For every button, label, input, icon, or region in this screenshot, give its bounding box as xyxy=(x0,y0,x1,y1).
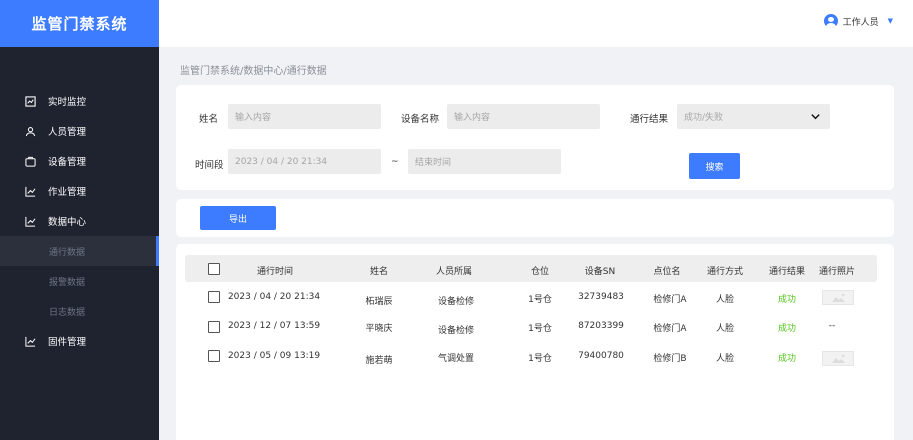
cell-point: 检修门A xyxy=(653,324,687,334)
image-placeholder-icon xyxy=(832,354,845,363)
chart-icon xyxy=(24,95,36,107)
cell-time: 2023 / 05 / 09 13:19 xyxy=(227,351,321,361)
row-checkbox[interactable] xyxy=(208,291,220,303)
device-name-input[interactable]: 输入内容 xyxy=(447,104,600,129)
user-menu[interactable]: 工作人员 ▼ xyxy=(823,14,893,28)
sidebar-item-label: 作业管理 xyxy=(48,187,87,198)
cell-name: 平晓庆 xyxy=(365,324,393,334)
trend-icon xyxy=(24,335,36,347)
search-button[interactable]: 搜索 xyxy=(689,153,740,179)
row-checkbox[interactable] xyxy=(208,321,220,333)
column-header: 点位名 xyxy=(653,267,681,277)
column-header: 人员所属 xyxy=(435,267,473,277)
trend-icon xyxy=(24,185,36,197)
cell-mode: 人脸 xyxy=(715,295,735,305)
cell-mode: 人脸 xyxy=(715,354,735,364)
select-all-checkbox[interactable] xyxy=(208,263,220,275)
sidebar-subitem-alarm-data[interactable]: 报警数据 xyxy=(0,266,159,296)
export-panel: 导出 xyxy=(176,199,894,237)
table-header: 通行时间 姓名 人员所属 仓位 设备SN 点位名 通行方式 通行结果 通行照片 xyxy=(185,255,877,282)
cell-bay: 1号仓 xyxy=(528,324,552,334)
end-time-input[interactable]: 结束时间 xyxy=(408,149,561,174)
range-separator: ~ xyxy=(391,157,399,167)
column-header: 通行结果 xyxy=(768,267,806,277)
user-label: 工作人员 xyxy=(842,17,879,28)
cell-dept: 设备检修 xyxy=(437,297,475,307)
cell-mode: 人脸 xyxy=(715,324,735,334)
sidebar: 监管门禁系统 实时监控 人员管理 设备管理 作业管理 数据中心 通行数据 报警数… xyxy=(0,0,159,440)
sidebar-item-firmware[interactable]: 固件管理 xyxy=(0,326,159,356)
cell-sn: 32739483 xyxy=(578,292,624,302)
sidebar-item-label: 人员管理 xyxy=(48,127,87,138)
name-input[interactable]: 输入内容 xyxy=(228,104,381,129)
image-placeholder-icon xyxy=(832,293,845,302)
trend-icon xyxy=(24,215,36,227)
cell-result: 成功 xyxy=(777,324,797,334)
period-label: 时间段 xyxy=(195,160,224,171)
export-button[interactable]: 导出 xyxy=(200,206,276,230)
cell-sn: 79400780 xyxy=(578,351,624,361)
device-icon xyxy=(24,155,36,167)
people-icon xyxy=(24,125,36,137)
cell-point: 检修门A xyxy=(653,295,687,305)
sidebar-item-label: 实时监控 xyxy=(48,97,87,108)
cell-bay: 1号仓 xyxy=(528,354,552,364)
device-name-label: 设备名称 xyxy=(401,114,440,125)
table-row[interactable]: 2023 / 05 / 09 13:19 施若萌 气调处置 1号仓 794007… xyxy=(185,343,877,373)
sidebar-item-label: 固件管理 xyxy=(48,337,87,348)
column-header: 通行方式 xyxy=(706,267,744,277)
result-label: 通行结果 xyxy=(630,114,669,125)
cell-name: 柘瑞辰 xyxy=(365,297,393,307)
cell-result: 成功 xyxy=(777,354,797,364)
cell-dept: 气调处置 xyxy=(437,354,475,364)
column-header: 通行照片 xyxy=(818,267,856,277)
sidebar-item-operations[interactable]: 作业管理 xyxy=(0,176,159,206)
sidebar-menu: 实时监控 人员管理 设备管理 作业管理 数据中心 通行数据 报警数据 日志数据 … xyxy=(0,86,159,356)
sidebar-item-data-center[interactable]: 数据中心 xyxy=(0,206,159,236)
cell-time: 2023 / 12 / 07 13:59 xyxy=(227,321,321,331)
app-title: 监管门禁系统 xyxy=(0,0,159,47)
cell-name: 施若萌 xyxy=(365,356,393,366)
photo-thumbnail[interactable] xyxy=(822,290,854,305)
column-header: 姓名 xyxy=(369,267,389,277)
sidebar-item-personnel[interactable]: 人员管理 xyxy=(0,116,159,146)
start-time-input[interactable]: 2023 / 04 / 20 21:34 xyxy=(228,149,381,174)
column-header: 设备SN xyxy=(584,267,616,277)
sidebar-subitem-pass-data[interactable]: 通行数据 xyxy=(0,236,159,266)
breadcrumb: 监管门禁系统/数据中心/通行数据 xyxy=(180,66,327,77)
column-header: 通行时间 xyxy=(256,267,294,277)
cell-point: 检修门B xyxy=(653,354,687,364)
cell-result: 成功 xyxy=(777,295,797,305)
cell-dept: 设备检修 xyxy=(437,326,475,336)
avatar xyxy=(823,14,838,28)
result-select[interactable]: 成功/失败 xyxy=(677,104,830,129)
sidebar-item-label: 设备管理 xyxy=(48,157,87,168)
cell-time: 2023 / 04 / 20 21:34 xyxy=(227,292,321,302)
row-checkbox[interactable] xyxy=(208,350,220,362)
caret-down-icon: ▼ xyxy=(887,17,893,25)
chevron-down-icon xyxy=(811,114,820,120)
name-label: 姓名 xyxy=(199,114,219,125)
filter-panel: 姓名 输入内容 设备名称 输入内容 通行结果 成功/失败 时间段 2023 / … xyxy=(176,85,894,190)
cell-photo-empty: -- xyxy=(828,321,836,331)
cell-bay: 1号仓 xyxy=(528,295,552,305)
sidebar-subitem-log-data[interactable]: 日志数据 xyxy=(0,296,159,326)
sidebar-item-realtime-monitor[interactable]: 实时监控 xyxy=(0,86,159,116)
result-select-value: 成功/失败 xyxy=(684,113,724,123)
sidebar-item-devices[interactable]: 设备管理 xyxy=(0,146,159,176)
sidebar-item-label: 数据中心 xyxy=(48,217,87,228)
top-header: 工作人员 ▼ xyxy=(159,0,913,47)
table-row[interactable]: 2023 / 12 / 07 13:59 平晓庆 设备检修 1号仓 872033… xyxy=(185,313,877,343)
column-header: 仓位 xyxy=(530,267,550,277)
table-row[interactable]: 2023 / 04 / 20 21:34 柘瑞辰 设备检修 1号仓 327394… xyxy=(185,284,877,314)
pass-records-table: 通行时间 姓名 人员所属 仓位 设备SN 点位名 通行方式 通行结果 通行照片 … xyxy=(176,244,894,440)
photo-thumbnail[interactable] xyxy=(822,351,854,366)
cell-sn: 87203399 xyxy=(578,321,624,331)
